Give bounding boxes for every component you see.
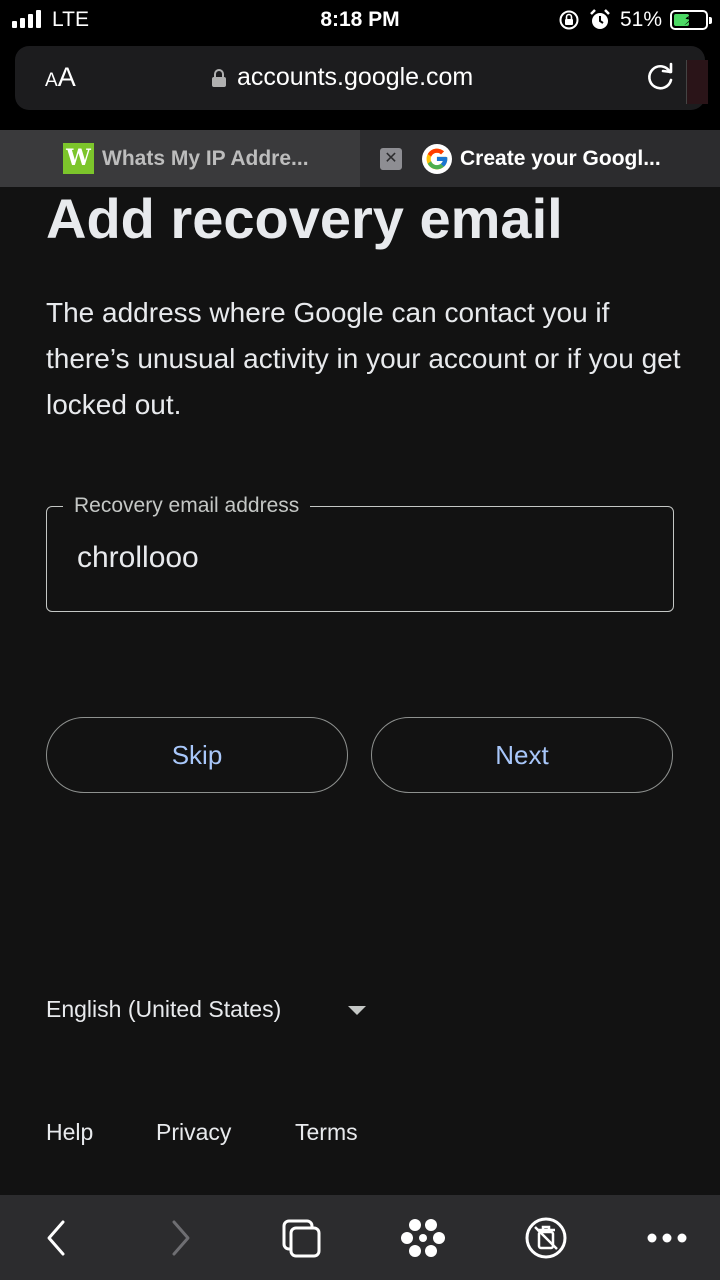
url-display[interactable]: accounts.google.com xyxy=(211,63,473,92)
tab-title: Create your Googl... xyxy=(460,146,661,170)
lock-icon xyxy=(212,68,226,87)
charging-bolt-icon: ⚡ xyxy=(683,12,695,29)
skip-button[interactable]: Skip xyxy=(46,717,348,793)
more-dots-icon xyxy=(647,1233,687,1243)
avatar-thumbnail xyxy=(686,60,708,104)
tabs-button[interactable] xyxy=(276,1213,326,1263)
url-text: accounts.google.com xyxy=(237,63,474,91)
next-button[interactable]: Next xyxy=(371,717,673,793)
flower-icon xyxy=(401,1219,445,1257)
status-bar: LTE 8:18 PM 51% ⚡ xyxy=(0,0,720,40)
battery-icon: ⚡ xyxy=(670,10,712,30)
address-bar[interactable]: AA accounts.google.com xyxy=(15,46,708,110)
tab-bar: W Whats My IP Addre... ✕ Create your Goo… xyxy=(0,130,720,187)
privacy-shield-button[interactable] xyxy=(521,1213,571,1263)
recovery-email-label: Recovery email address xyxy=(63,494,311,518)
reload-icon[interactable] xyxy=(641,58,679,96)
forward-chevron-icon xyxy=(172,1220,190,1256)
orientation-lock-icon xyxy=(559,10,579,30)
language-label: English (United States) xyxy=(46,996,282,1022)
tab-whats-my-ip[interactable]: W Whats My IP Addre... xyxy=(0,130,360,187)
browser-address-area: AA accounts.google.com xyxy=(0,40,720,130)
privacy-link[interactable]: Privacy xyxy=(156,1119,231,1146)
more-button[interactable] xyxy=(642,1213,692,1263)
recovery-email-value: chrollooo xyxy=(77,541,199,574)
back-button[interactable] xyxy=(31,1213,81,1263)
help-link[interactable]: Help xyxy=(46,1119,93,1146)
tab-create-google-account[interactable]: ✕ Create your Googl... xyxy=(360,130,720,187)
screen: LTE 8:18 PM 51% ⚡ AA accounts.google.com… xyxy=(0,0,720,1280)
back-chevron-icon xyxy=(47,1220,65,1256)
browser-toolbar xyxy=(0,1195,720,1280)
text-size-button[interactable]: AA xyxy=(45,62,76,93)
language-selector[interactable]: English (United States) xyxy=(46,996,281,1023)
status-right: 51% ⚡ xyxy=(558,7,712,33)
tabs-icon xyxy=(282,1219,321,1258)
close-tab-icon[interactable]: ✕ xyxy=(380,147,402,170)
trash-shield-icon xyxy=(525,1217,567,1259)
alarm-icon xyxy=(590,9,610,29)
whatsmyip-favicon-icon: W xyxy=(63,143,94,174)
recovery-email-field[interactable]: Recovery email address chrollooo xyxy=(46,494,674,612)
forward-button[interactable] xyxy=(156,1213,206,1263)
battery-percent: 51% xyxy=(619,8,662,31)
page-description: The address where Google can contact you… xyxy=(46,297,681,420)
page-title: Add recovery email xyxy=(46,187,563,250)
google-favicon-icon xyxy=(422,143,452,174)
extensions-button[interactable] xyxy=(398,1213,448,1263)
terms-link[interactable]: Terms xyxy=(295,1119,358,1146)
dropdown-caret-icon[interactable] xyxy=(348,1006,366,1015)
tab-title: Whats My IP Addre... xyxy=(102,146,309,170)
